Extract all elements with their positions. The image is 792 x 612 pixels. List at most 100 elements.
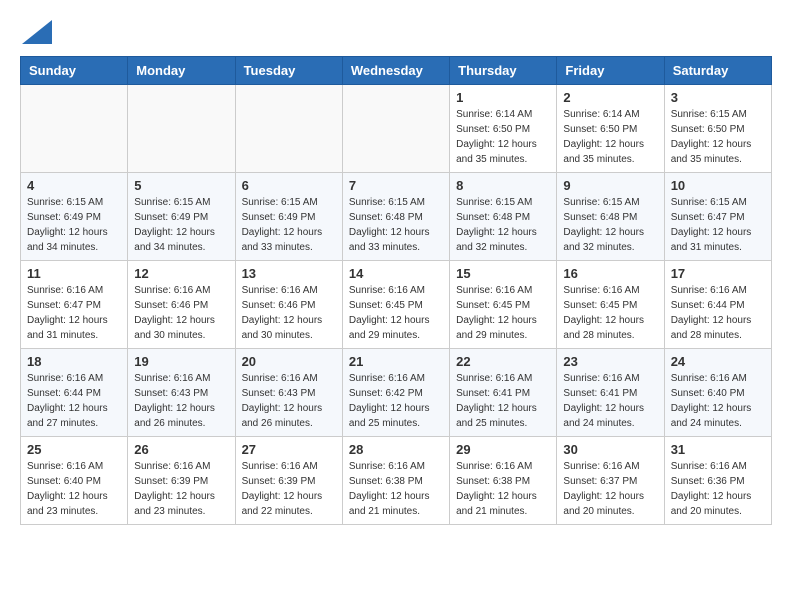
day-number: 15 xyxy=(456,266,550,281)
day-number: 25 xyxy=(27,442,121,457)
calendar-cell: 8 Sunrise: 6:15 AM Sunset: 6:48 PM Daylig… xyxy=(450,173,557,261)
day-info: Sunrise: 6:15 AM Sunset: 6:49 PM Dayligh… xyxy=(27,195,121,255)
calendar-cell: 5 Sunrise: 6:15 AM Sunset: 6:49 PM Daylig… xyxy=(128,173,235,261)
calendar-cell: 12 Sunrise: 6:16 AM Sunset: 6:46 PM Dayli… xyxy=(128,261,235,349)
day-number: 17 xyxy=(671,266,765,281)
calendar-cell: 2 Sunrise: 6:14 AM Sunset: 6:50 PM Daylig… xyxy=(557,85,664,173)
day-info: Sunrise: 6:16 AM Sunset: 6:43 PM Dayligh… xyxy=(134,371,228,431)
day-number: 19 xyxy=(134,354,228,369)
calendar-cell xyxy=(235,85,342,173)
day-info: Sunrise: 6:16 AM Sunset: 6:38 PM Dayligh… xyxy=(349,459,443,519)
day-number: 5 xyxy=(134,178,228,193)
weekday-header: Thursday xyxy=(450,57,557,85)
day-number: 11 xyxy=(27,266,121,281)
day-info: Sunrise: 6:15 AM Sunset: 6:48 PM Dayligh… xyxy=(456,195,550,255)
weekday-header: Friday xyxy=(557,57,664,85)
calendar-cell xyxy=(21,85,128,173)
calendar-cell: 26Sunrise: 6:16 AM Sunset: 6:39 PM Dayli… xyxy=(128,437,235,525)
calendar-week-row: 25 Sunrise: 6:16 AM Sunset: 6:40 PM Dayli… xyxy=(21,437,772,525)
calendar-table: SundayMondayTuesdayWednesdayThursdayFrid… xyxy=(20,56,772,525)
day-info: Sunrise: 6:16 AM Sunset: 6:36 PM Dayligh… xyxy=(671,459,765,519)
calendar-cell: 21 Sunrise: 6:16 AM Sunset: 6:42 PM Dayli… xyxy=(342,349,449,437)
calendar-cell: 15 Sunrise: 6:16 AM Sunset: 6:45 PM Dayli… xyxy=(450,261,557,349)
calendar-cell: 6Sunrise: 6:15 AM Sunset: 6:49 PM Daylig… xyxy=(235,173,342,261)
day-number: 18 xyxy=(27,354,121,369)
day-number: 14 xyxy=(349,266,443,281)
day-info: Sunrise: 6:16 AM Sunset: 6:45 PM Dayligh… xyxy=(349,283,443,343)
day-number: 12 xyxy=(134,266,228,281)
day-info: Sunrise: 6:15 AM Sunset: 6:48 PM Dayligh… xyxy=(563,195,657,255)
calendar-cell: 27Sunrise: 6:16 AM Sunset: 6:39 PM Dayli… xyxy=(235,437,342,525)
logo-icon xyxy=(22,20,52,44)
weekday-header: Tuesday xyxy=(235,57,342,85)
day-info: Sunrise: 6:16 AM Sunset: 6:38 PM Dayligh… xyxy=(456,459,550,519)
calendar-cell xyxy=(128,85,235,173)
weekday-header: Saturday xyxy=(664,57,771,85)
calendar-week-row: 18 Sunrise: 6:16 AM Sunset: 6:44 PM Dayli… xyxy=(21,349,772,437)
day-info: Sunrise: 6:15 AM Sunset: 6:50 PM Dayligh… xyxy=(671,107,765,167)
calendar-cell: 10 Sunrise: 6:15 AM Sunset: 6:47 PM Dayli… xyxy=(664,173,771,261)
calendar-cell: 3 Sunrise: 6:15 AM Sunset: 6:50 PM Daylig… xyxy=(664,85,771,173)
day-info: Sunrise: 6:16 AM Sunset: 6:46 PM Dayligh… xyxy=(242,283,336,343)
calendar-header-row: SundayMondayTuesdayWednesdayThursdayFrid… xyxy=(21,57,772,85)
day-info: Sunrise: 6:16 AM Sunset: 6:47 PM Dayligh… xyxy=(27,283,121,343)
day-number: 13 xyxy=(242,266,336,281)
day-number: 24 xyxy=(671,354,765,369)
calendar-cell: 29 Sunrise: 6:16 AM Sunset: 6:38 PM Dayli… xyxy=(450,437,557,525)
calendar-cell: 4 Sunrise: 6:15 AM Sunset: 6:49 PM Daylig… xyxy=(21,173,128,261)
day-number: 30 xyxy=(563,442,657,457)
calendar-cell: 22 Sunrise: 6:16 AM Sunset: 6:41 PM Dayli… xyxy=(450,349,557,437)
calendar-cell: 1Sunrise: 6:14 AM Sunset: 6:50 PM Daylig… xyxy=(450,85,557,173)
day-number: 3 xyxy=(671,90,765,105)
logo xyxy=(20,20,52,40)
day-info: Sunrise: 6:16 AM Sunset: 6:44 PM Dayligh… xyxy=(27,371,121,431)
calendar-cell: 11 Sunrise: 6:16 AM Sunset: 6:47 PM Dayli… xyxy=(21,261,128,349)
day-info: Sunrise: 6:16 AM Sunset: 6:37 PM Dayligh… xyxy=(563,459,657,519)
day-info: Sunrise: 6:15 AM Sunset: 6:47 PM Dayligh… xyxy=(671,195,765,255)
day-number: 21 xyxy=(349,354,443,369)
day-info: Sunrise: 6:15 AM Sunset: 6:49 PM Dayligh… xyxy=(134,195,228,255)
weekday-header: Wednesday xyxy=(342,57,449,85)
day-number: 2 xyxy=(563,90,657,105)
calendar-cell: 17 Sunrise: 6:16 AM Sunset: 6:44 PM Dayli… xyxy=(664,261,771,349)
day-info: Sunrise: 6:16 AM Sunset: 6:40 PM Dayligh… xyxy=(27,459,121,519)
day-number: 6 xyxy=(242,178,336,193)
weekday-header: Sunday xyxy=(21,57,128,85)
day-info: Sunrise: 6:16 AM Sunset: 6:39 PM Dayligh… xyxy=(242,459,336,519)
calendar-cell: 25 Sunrise: 6:16 AM Sunset: 6:40 PM Dayli… xyxy=(21,437,128,525)
calendar-cell: 31 Sunrise: 6:16 AM Sunset: 6:36 PM Dayli… xyxy=(664,437,771,525)
day-number: 16 xyxy=(563,266,657,281)
day-info: Sunrise: 6:16 AM Sunset: 6:41 PM Dayligh… xyxy=(456,371,550,431)
day-info: Sunrise: 6:16 AM Sunset: 6:43 PM Dayligh… xyxy=(242,371,336,431)
calendar-cell: 19 Sunrise: 6:16 AM Sunset: 6:43 PM Dayli… xyxy=(128,349,235,437)
calendar-cell: 7Sunrise: 6:15 AM Sunset: 6:48 PM Daylig… xyxy=(342,173,449,261)
calendar-cell: 9 Sunrise: 6:15 AM Sunset: 6:48 PM Daylig… xyxy=(557,173,664,261)
calendar-cell: 13 Sunrise: 6:16 AM Sunset: 6:46 PM Dayli… xyxy=(235,261,342,349)
day-info: Sunrise: 6:16 AM Sunset: 6:39 PM Dayligh… xyxy=(134,459,228,519)
day-info: Sunrise: 6:16 AM Sunset: 6:42 PM Dayligh… xyxy=(349,371,443,431)
day-number: 22 xyxy=(456,354,550,369)
calendar-cell: 23Sunrise: 6:16 AM Sunset: 6:41 PM Dayli… xyxy=(557,349,664,437)
day-info: Sunrise: 6:16 AM Sunset: 6:44 PM Dayligh… xyxy=(671,283,765,343)
day-number: 1 xyxy=(456,90,550,105)
day-number: 29 xyxy=(456,442,550,457)
day-number: 10 xyxy=(671,178,765,193)
day-info: Sunrise: 6:16 AM Sunset: 6:45 PM Dayligh… xyxy=(563,283,657,343)
calendar-cell: 28 Sunrise: 6:16 AM Sunset: 6:38 PM Dayli… xyxy=(342,437,449,525)
calendar-week-row: 11 Sunrise: 6:16 AM Sunset: 6:47 PM Dayli… xyxy=(21,261,772,349)
calendar-cell xyxy=(342,85,449,173)
day-number: 20 xyxy=(242,354,336,369)
day-number: 8 xyxy=(456,178,550,193)
day-number: 23 xyxy=(563,354,657,369)
day-number: 9 xyxy=(563,178,657,193)
calendar-cell: 24Sunrise: 6:16 AM Sunset: 6:40 PM Dayli… xyxy=(664,349,771,437)
calendar-week-row: 4 Sunrise: 6:15 AM Sunset: 6:49 PM Daylig… xyxy=(21,173,772,261)
day-number: 28 xyxy=(349,442,443,457)
day-number: 4 xyxy=(27,178,121,193)
day-number: 31 xyxy=(671,442,765,457)
calendar-cell: 18 Sunrise: 6:16 AM Sunset: 6:44 PM Dayli… xyxy=(21,349,128,437)
day-info: Sunrise: 6:16 AM Sunset: 6:46 PM Dayligh… xyxy=(134,283,228,343)
day-info: Sunrise: 6:14 AM Sunset: 6:50 PM Dayligh… xyxy=(563,107,657,167)
day-info: Sunrise: 6:15 AM Sunset: 6:48 PM Dayligh… xyxy=(349,195,443,255)
day-info: Sunrise: 6:16 AM Sunset: 6:45 PM Dayligh… xyxy=(456,283,550,343)
